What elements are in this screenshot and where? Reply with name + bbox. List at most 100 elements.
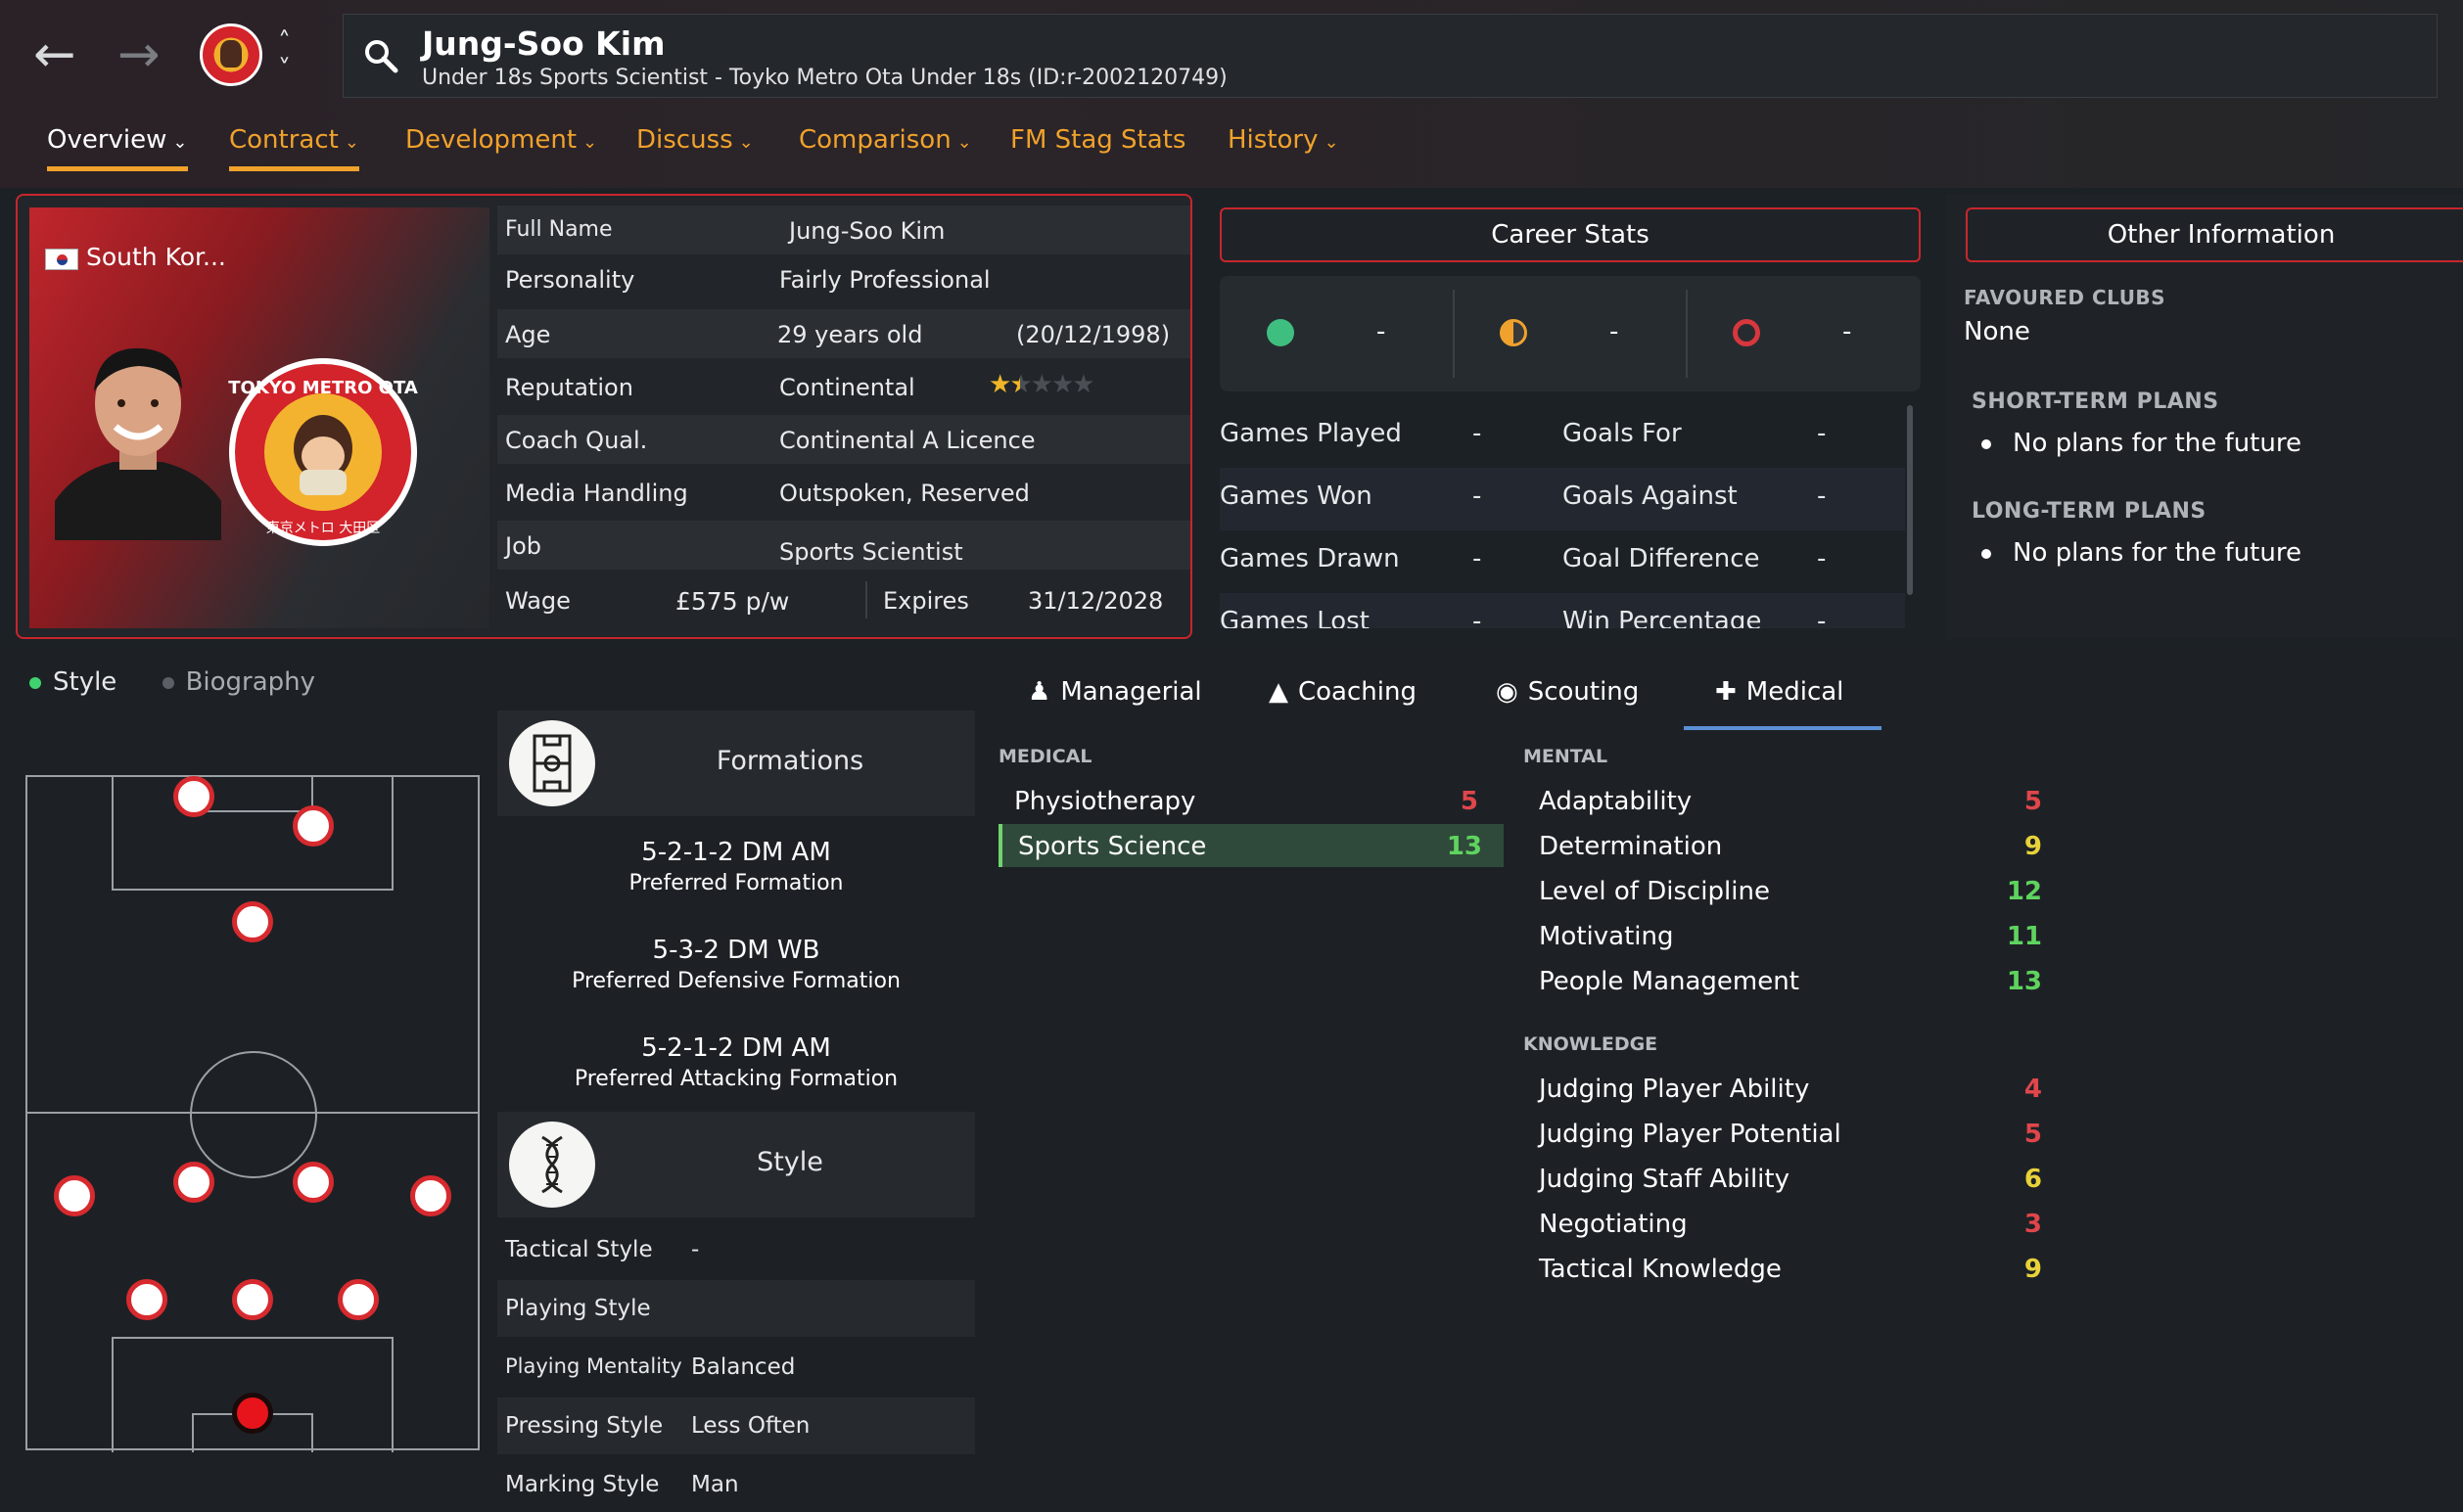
player-subtitle: Under 18s Sports Scientist - Toyko Metro…	[422, 66, 1228, 90]
draws-icon	[1500, 319, 1527, 346]
attribute-row[interactable]: Physiotherapy 5	[999, 779, 1504, 822]
chevron-down-icon[interactable]: ˅	[278, 57, 291, 82]
attribute-value: 9	[2023, 832, 2042, 861]
attribute-name: People Management	[1539, 967, 1799, 996]
crest-text-bottom: 東京メトロ 大田区	[266, 521, 380, 536]
job-value: Sports Scientist	[779, 538, 963, 566]
age-value: 29 years old	[777, 321, 923, 348]
tab-coaching[interactable]: ▲ Coaching	[1269, 677, 1417, 707]
stat-row: Games Won - Goals Against -	[1220, 468, 1905, 530]
managerial-icon: ♟	[1028, 677, 1051, 707]
attribute-name: Tactical Knowledge	[1539, 1255, 1782, 1284]
tab-medical[interactable]: ✚ Medical	[1715, 677, 1843, 707]
tab-comparison[interactable]: Comparison ⌄	[799, 125, 972, 166]
attribute-row[interactable]: Motivating 11	[1523, 914, 2052, 957]
attribute-value: 13	[1446, 832, 1482, 861]
attribute-row[interactable]: Judging Player Potential 5	[1523, 1112, 2052, 1155]
attribute-name: Sports Science	[1018, 832, 1207, 861]
career-stats-header[interactable]: Career Stats	[1220, 207, 1921, 262]
tab-development[interactable]: Development ⌄	[405, 125, 597, 166]
club-crest-icon: TOKYO METRO OTA 東京メトロ 大田区	[228, 358, 418, 546]
attribute-name: Adaptability	[1539, 787, 1693, 816]
tab-overview[interactable]: Overview ⌄	[47, 125, 188, 171]
attribute-row[interactable]: Judging Player Ability 4	[1523, 1067, 2052, 1110]
attribute-row[interactable]: Judging Staff Ability 6	[1523, 1157, 2052, 1200]
style-row-marking: Marking Style Man	[505, 1472, 739, 1497]
photo-panel: South Kor... TOKYO METRO OTA 東京メトロ 大田区	[29, 207, 489, 628]
tab-history[interactable]: History ⌄	[1228, 125, 1339, 166]
attribute-row[interactable]: Level of Discipline 12	[1523, 869, 2052, 912]
info-row-personality: Personality Fairly Professional	[505, 266, 991, 294]
personality-value: Fairly Professional	[779, 266, 991, 294]
expires-value: 31/12/2028	[1028, 587, 1164, 615]
attribute-row[interactable]: Tactical Knowledge 9	[1523, 1247, 2052, 1290]
dna-icon	[509, 1122, 595, 1208]
tab-discuss[interactable]: Discuss ⌄	[636, 125, 754, 166]
stat-row: Games Played - Goals For -	[1220, 419, 1827, 448]
style-row-playing: Playing Style	[497, 1280, 975, 1337]
star-icon: ★	[989, 370, 1011, 399]
player-position-dot[interactable]	[54, 1175, 95, 1216]
player-position-dot[interactable]	[293, 1162, 334, 1203]
attribute-value: 6	[2023, 1165, 2042, 1194]
chevron-down-icon: ⌄	[172, 132, 188, 153]
chevron-down-icon: ⌄	[582, 132, 598, 153]
active-dot-icon	[29, 676, 41, 689]
divider	[1686, 290, 1688, 378]
attribute-value: 5	[2023, 1120, 2042, 1149]
search-icon[interactable]	[363, 38, 398, 73]
attribute-value: 5	[1460, 787, 1478, 816]
inactive-dot-icon	[162, 676, 174, 689]
player-position-dot[interactable]	[338, 1279, 379, 1320]
scrollbar[interactable]	[1907, 405, 1913, 595]
chevron-up-icon[interactable]: ˄	[278, 29, 291, 55]
subtab-biography[interactable]: Biography	[162, 667, 315, 697]
tab-scouting[interactable]: ◉ Scouting	[1496, 677, 1639, 707]
reputation-stars: ★★★★★	[989, 370, 1095, 399]
attribute-row[interactable]: Sports Science 13	[999, 824, 1504, 867]
other-information-header[interactable]: Other Information	[1966, 207, 2463, 262]
style-row-pressing: Pressing Style Less Often	[497, 1397, 975, 1454]
reputation-value: Continental	[779, 374, 915, 401]
back-arrow-icon[interactable]: ←	[33, 29, 76, 80]
attribute-row[interactable]: Determination 9	[1523, 824, 2052, 867]
player-position-dot[interactable]	[293, 805, 334, 847]
formation-item: 5-3-2 DM WB Preferred Defensive Formatio…	[572, 936, 901, 993]
divider	[1453, 290, 1455, 378]
attribute-value: 5	[2023, 787, 2042, 816]
star-icon: ★	[1009, 370, 1032, 399]
player-position-dot[interactable]	[232, 901, 273, 942]
goalkeeper-position-dot[interactable]	[232, 1393, 273, 1434]
subtab-style[interactable]: Style	[29, 667, 116, 697]
expires-label: Expires	[883, 587, 969, 615]
career-stats-list[interactable]: Games Played - Goals For - Games Won - G…	[1214, 395, 1919, 628]
player-position-dot[interactable]	[232, 1279, 273, 1320]
chevron-down-icon: ⌄	[344, 132, 359, 153]
stat-row: Games Drawn - Goal Difference -	[1220, 544, 1827, 573]
player-name-title: Jung-Soo Kim	[422, 24, 666, 63]
attribute-value: 11	[2006, 922, 2042, 951]
attribute-row[interactable]: Adaptability 5	[1523, 779, 2052, 822]
tab-contract[interactable]: Contract ⌄	[229, 125, 359, 171]
losses-icon	[1733, 319, 1760, 346]
club-badge-icon[interactable]	[200, 23, 262, 86]
attribute-row[interactable]: People Management 13	[1523, 959, 2052, 1002]
knowledge-category-label: KNOWLEDGE	[1523, 1033, 1658, 1055]
tab-fm-stag-stats[interactable]: FM Stag Stats	[1010, 125, 1185, 166]
search-bar[interactable]: Jung-Soo Kim Under 18s Sports Scientist …	[343, 14, 2438, 98]
bullet-icon	[1981, 548, 1991, 559]
player-position-dot[interactable]	[173, 1162, 214, 1203]
formation-item: 5-2-1-2 DM AM Preferred Attacking Format…	[574, 1033, 899, 1091]
favoured-clubs-value: None	[1964, 317, 2030, 346]
player-position-dot[interactable]	[410, 1175, 451, 1216]
attribute-row[interactable]: Negotiating 3	[1523, 1202, 2052, 1245]
player-position-dot[interactable]	[173, 776, 214, 817]
long-term-plans-label: LONG-TERM PLANS	[1972, 499, 2207, 524]
forward-arrow-icon[interactable]: →	[117, 29, 161, 80]
star-icon: ★	[1050, 370, 1074, 399]
player-position-dot[interactable]	[126, 1279, 167, 1320]
divider	[865, 581, 867, 619]
formation-item: 5-2-1-2 DM AM Preferred Formation	[628, 838, 844, 895]
tab-managerial[interactable]: ♟ Managerial	[1028, 677, 1202, 707]
coaching-icon: ▲	[1269, 677, 1288, 707]
